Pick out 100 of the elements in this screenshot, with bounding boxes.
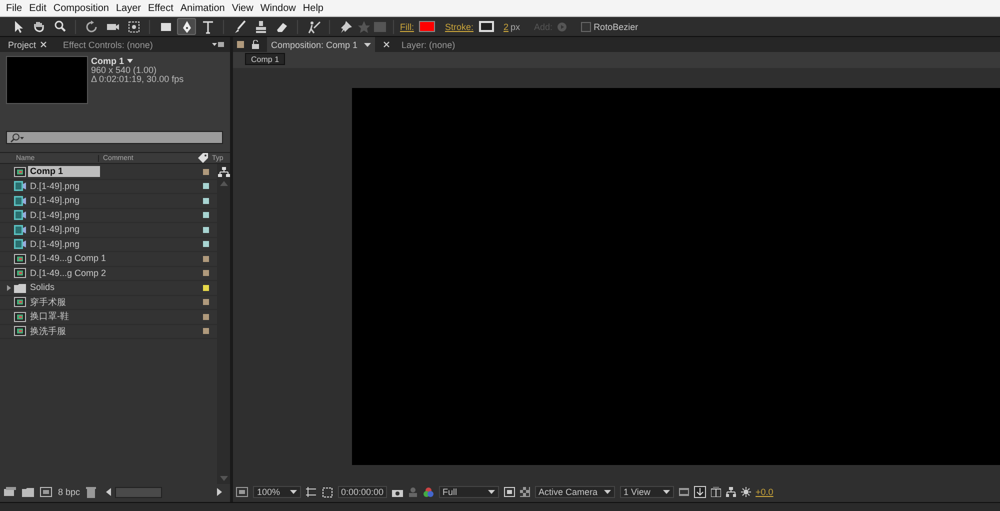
expand-triangle-icon[interactable] bbox=[6, 284, 12, 291]
star-icon bbox=[357, 20, 371, 34]
interpret-footage-icon[interactable] bbox=[4, 487, 16, 497]
bit-depth-button[interactable]: 8 bpc bbox=[58, 487, 80, 497]
project-item[interactable]: 换洗手服 bbox=[0, 324, 217, 339]
project-item[interactable]: 穿手术服 bbox=[0, 296, 217, 310]
composition-icon bbox=[14, 254, 26, 264]
menu-item[interactable]: Layer bbox=[114, 2, 146, 14]
menu-item[interactable]: Window bbox=[258, 2, 301, 14]
trash-icon[interactable] bbox=[86, 486, 96, 498]
exposure-value[interactable]: +0.0 bbox=[756, 487, 774, 497]
composition-icon bbox=[14, 312, 26, 322]
stroke-color-swatch[interactable] bbox=[478, 21, 494, 32]
pan-behind-icon bbox=[126, 18, 142, 34]
panel-tab[interactable]: Layer: (none) bbox=[398, 37, 460, 52]
dropdown-caret-icon bbox=[662, 490, 670, 494]
comp-navigator-button[interactable]: Comp 1 bbox=[245, 53, 286, 65]
menu-item[interactable]: Help bbox=[300, 2, 328, 14]
rgb-channels-icon[interactable] bbox=[422, 487, 434, 497]
composition-icon bbox=[14, 166, 26, 177]
stroke-width-value[interactable]: 2 bbox=[504, 22, 509, 32]
scroll-left-icon[interactable] bbox=[106, 488, 112, 496]
stroke-label: Stroke: bbox=[445, 22, 474, 32]
flowchart-icon[interactable] bbox=[726, 487, 736, 497]
project-item[interactable]: D.[1-49].png bbox=[0, 238, 217, 252]
scroll-right-icon[interactable] bbox=[217, 488, 222, 496]
project-item[interactable]: Solids bbox=[0, 281, 217, 296]
magnification-dropdown[interactable]: 100% bbox=[253, 486, 301, 498]
fast-draft-icon[interactable] bbox=[694, 486, 706, 498]
scrollbar[interactable] bbox=[217, 164, 230, 484]
new-folder-icon[interactable] bbox=[22, 487, 34, 497]
region-toggle-icon[interactable] bbox=[236, 487, 248, 497]
panel-menu-icon[interactable] bbox=[212, 41, 224, 48]
label-color-chip bbox=[237, 41, 244, 48]
item-name: D.[1-49].png bbox=[29, 210, 81, 221]
composition-icon bbox=[14, 326, 26, 336]
menu-item[interactable]: Animation bbox=[178, 2, 230, 14]
item-name: D.[1-49].png bbox=[29, 224, 81, 236]
project-item[interactable]: D.[1-49...g Comp 1 bbox=[0, 252, 217, 266]
panel-tab[interactable]: Composition: Comp 1 bbox=[267, 37, 375, 52]
item-name: D.[1-49...g Comp 2 bbox=[29, 268, 108, 279]
item-name: 换口罩-鞋 bbox=[29, 311, 70, 322]
item-name: 换洗手服 bbox=[29, 326, 67, 337]
item-name: Comp 1 bbox=[28, 166, 100, 178]
tool-button[interactable] bbox=[177, 18, 196, 35]
dropdown-caret-icon bbox=[604, 490, 611, 494]
image-footage-icon bbox=[14, 196, 26, 206]
item-name: D.[1-49].png bbox=[29, 180, 81, 192]
menu-item[interactable]: Effect bbox=[146, 2, 178, 14]
menu-item[interactable]: View bbox=[230, 2, 258, 14]
dropdown-caret-icon[interactable] bbox=[127, 59, 134, 63]
comp-duration: Δ 0:02:01:19, 30.00 fps bbox=[91, 75, 184, 84]
snapshot-camera-icon[interactable] bbox=[392, 488, 403, 496]
fast-previews-icon[interactable] bbox=[504, 487, 515, 497]
composition-icon bbox=[14, 268, 26, 278]
view-layout-dropdown[interactable]: 1 View bbox=[620, 486, 674, 498]
project-item[interactable]: D.[1-49].png bbox=[0, 208, 217, 223]
project-item[interactable]: D.[1-49...g Comp 2 bbox=[0, 266, 217, 281]
scroll-thumb[interactable] bbox=[115, 486, 162, 498]
flowchart-icon[interactable] bbox=[218, 167, 230, 177]
item-name: D.[1-49].png bbox=[29, 238, 81, 250]
close-icon[interactable] bbox=[382, 41, 390, 48]
panel-tab[interactable]: Project bbox=[4, 37, 52, 52]
roto-brush-icon bbox=[306, 18, 322, 34]
lock-icon[interactable] bbox=[252, 40, 259, 49]
timecode-field[interactable]: 0:00:00:00 bbox=[338, 486, 387, 498]
timeline-icon[interactable] bbox=[710, 487, 721, 497]
transparency-grid-icon[interactable] bbox=[520, 487, 530, 497]
folder-icon bbox=[14, 282, 26, 293]
comp-size: 960 x 540 (1.00) bbox=[91, 66, 158, 75]
image-footage-icon bbox=[14, 210, 26, 220]
panel-tab[interactable]: Effect Controls: (none) bbox=[59, 37, 157, 52]
project-item[interactable]: D.[1-49].png bbox=[0, 223, 217, 238]
mask-icon bbox=[373, 20, 387, 34]
close-icon[interactable] bbox=[40, 41, 48, 48]
search-field[interactable] bbox=[6, 131, 223, 144]
pixel-aspect-icon[interactable] bbox=[678, 487, 689, 497]
project-item[interactable]: D.[1-49].png bbox=[0, 194, 217, 208]
mask-visibility-icon[interactable] bbox=[322, 486, 333, 498]
project-item[interactable]: Comp 1 bbox=[0, 165, 217, 180]
grid-guide-icon[interactable] bbox=[306, 486, 317, 498]
camera-view-dropdown[interactable]: Active Camera bbox=[534, 486, 615, 498]
resolution-dropdown[interactable]: Full bbox=[438, 486, 499, 498]
rotobezier-label: RotoBezier bbox=[594, 22, 638, 32]
project-item[interactable]: 换口罩-鞋 bbox=[0, 310, 217, 324]
project-item[interactable]: D.[1-49].png bbox=[0, 180, 217, 194]
rotobezier-checkbox[interactable] bbox=[580, 22, 591, 32]
search-icon[interactable] bbox=[10, 132, 24, 142]
menu-item[interactable]: Composition bbox=[51, 2, 114, 14]
exposure-icon[interactable] bbox=[740, 487, 751, 497]
menu-item[interactable]: Edit bbox=[27, 2, 52, 14]
image-footage-icon bbox=[14, 224, 26, 235]
image-footage-icon bbox=[14, 181, 26, 192]
fill-color-swatch[interactable] bbox=[419, 21, 435, 32]
menu-item[interactable]: File bbox=[4, 2, 28, 14]
dropdown-caret-icon[interactable] bbox=[364, 42, 371, 46]
item-name: D.[1-49...g Comp 1 bbox=[29, 253, 108, 264]
composition-icon bbox=[14, 297, 26, 308]
new-composition-icon[interactable] bbox=[40, 487, 52, 497]
fill-label: Fill: bbox=[400, 22, 414, 32]
